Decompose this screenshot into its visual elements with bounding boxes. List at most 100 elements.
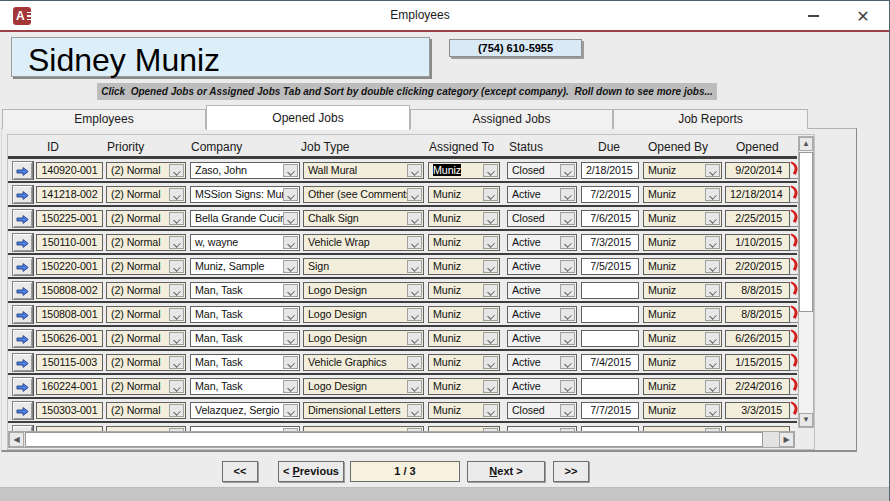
dropdown-arrow-icon[interactable]	[705, 380, 720, 393]
vertical-scrollbar[interactable]: ▲ ▼	[798, 136, 814, 428]
cell-priority[interactable]: (2) Normal	[106, 258, 186, 275]
cell-id[interactable]: 141218-002	[36, 186, 103, 203]
cell-opened[interactable]: 2/25/2015	[725, 210, 790, 227]
dropdown-arrow-icon[interactable]	[705, 164, 720, 177]
cell-company[interactable]: Man, Task	[190, 306, 300, 323]
dropdown-arrow-icon[interactable]	[705, 404, 720, 417]
tab-assigned-jobs[interactable]: Assigned Jobs	[410, 109, 613, 129]
dropdown-arrow-icon[interactable]	[483, 356, 498, 369]
col-header-company[interactable]: Company	[191, 140, 242, 154]
cell-company[interactable]: Man, Task	[190, 354, 300, 371]
cell-job-type[interactable]: Dimensional Letters	[303, 402, 424, 419]
cell-id[interactable]: 150303-001	[36, 402, 103, 419]
goto-record-button[interactable]	[12, 281, 33, 300]
cell-opened-by[interactable]: Muniz	[643, 378, 722, 395]
dropdown-arrow-icon[interactable]	[169, 236, 184, 249]
cell-company[interactable]: Zaso, John	[190, 162, 300, 179]
goto-record-button[interactable]	[12, 401, 33, 420]
col-header-opened[interactable]: Opened	[736, 140, 779, 154]
cell-id[interactable]: 150626-001	[36, 330, 103, 347]
cell-priority[interactable]: (2) Normal	[106, 354, 186, 371]
cell-company[interactable]: Man, Task	[190, 378, 300, 395]
col-header-job-type[interactable]: Job Type	[301, 140, 349, 154]
cell-opened[interactable]: 12/18/2014	[725, 186, 790, 203]
cell-opened[interactable]: 1/10/2015	[725, 234, 790, 251]
cell-due[interactable]: 7/4/2015	[581, 354, 639, 371]
cell-assigned-to[interactable]: Muniz	[428, 378, 500, 395]
cell-job-type[interactable]: Logo Design	[303, 330, 424, 347]
cell-due[interactable]: 2/18/2015	[581, 162, 639, 179]
cell-job-type[interactable]: Wall Mural	[303, 162, 424, 179]
dropdown-arrow-icon[interactable]	[283, 164, 298, 177]
cell-priority[interactable]: (2) Normal	[106, 234, 186, 251]
dropdown-arrow-icon[interactable]	[560, 308, 575, 321]
scroll-down-icon[interactable]: ▼	[799, 413, 813, 427]
phone-button[interactable]: (754) 610-5955	[449, 39, 582, 57]
cell-id[interactable]: 150110-001	[36, 234, 103, 251]
cell-assigned-to[interactable]: Muniz	[428, 258, 500, 275]
dropdown-arrow-icon[interactable]	[705, 188, 720, 201]
cell-status[interactable]: Closed	[507, 402, 577, 419]
goto-record-button[interactable]	[12, 353, 33, 372]
cell-job-type[interactable]: Vehicle Graphics	[303, 354, 424, 371]
cell-company[interactable]: Bella Grande Cucir	[190, 210, 300, 227]
dropdown-arrow-icon[interactable]	[407, 164, 422, 177]
dropdown-arrow-icon[interactable]	[169, 164, 184, 177]
cell-company[interactable]: Muniz, Sample	[190, 258, 300, 275]
dropdown-arrow-icon[interactable]	[283, 236, 298, 249]
cell-job-type[interactable]: Vehicle Wrap	[303, 234, 424, 251]
horizontal-scrollbar[interactable]: ◀ ▶	[8, 431, 795, 448]
dropdown-arrow-icon[interactable]	[560, 404, 575, 417]
cell-id[interactable]: 140920-001	[36, 162, 103, 179]
scroll-left-icon[interactable]: ◀	[9, 432, 24, 447]
previous-page-button[interactable]: < Previous	[278, 461, 344, 482]
cell-priority[interactable]: (2) Normal	[106, 186, 186, 203]
dropdown-arrow-icon[interactable]	[169, 380, 184, 393]
col-header-priority[interactable]: Priority	[107, 140, 144, 154]
dropdown-arrow-icon[interactable]	[560, 380, 575, 393]
dropdown-arrow-icon[interactable]	[283, 212, 298, 225]
cell-opened[interactable]: 3/3/2015	[725, 402, 790, 419]
last-page-button[interactable]: >>	[553, 461, 589, 482]
cell-opened[interactable]: 1/15/2015	[725, 354, 790, 371]
dropdown-arrow-icon[interactable]	[560, 212, 575, 225]
dropdown-arrow-icon[interactable]	[283, 188, 298, 201]
cell-job-type[interactable]: Sign	[303, 258, 424, 275]
dropdown-arrow-icon[interactable]	[560, 284, 575, 297]
cell-priority[interactable]: (2) Normal	[106, 282, 186, 299]
cell-status[interactable]: Active	[507, 258, 577, 275]
cell-assigned-to[interactable]: Muniz	[428, 354, 500, 371]
dropdown-arrow-icon[interactable]	[169, 404, 184, 417]
cell-assigned-to[interactable]: Muniz	[428, 162, 500, 179]
cell-opened-by[interactable]: Muniz	[643, 210, 722, 227]
cell-job-type[interactable]: Logo Design	[303, 282, 424, 299]
dropdown-arrow-icon[interactable]	[283, 356, 298, 369]
next-page-button[interactable]: Next >	[467, 461, 545, 482]
dropdown-arrow-icon[interactable]	[483, 404, 498, 417]
minimize-button[interactable]	[800, 5, 826, 27]
scroll-right-icon[interactable]: ▶	[779, 432, 794, 447]
cell-opened-by[interactable]: Muniz	[643, 306, 722, 323]
cell-company[interactable]: Man, Task	[190, 282, 300, 299]
cell-due[interactable]	[581, 378, 639, 395]
cell-due[interactable]: 7/6/2015	[581, 210, 639, 227]
first-page-button[interactable]: <<	[222, 461, 258, 482]
cell-due[interactable]: 7/5/2015	[581, 258, 639, 275]
dropdown-arrow-icon[interactable]	[483, 332, 498, 345]
cell-opened-by[interactable]: Muniz	[643, 402, 722, 419]
cell-status[interactable]: Closed	[507, 210, 577, 227]
dropdown-arrow-icon[interactable]	[407, 212, 422, 225]
dropdown-arrow-icon[interactable]	[407, 356, 422, 369]
cell-due[interactable]: 7/7/2015	[581, 402, 639, 419]
col-header-id[interactable]: ID	[47, 140, 59, 154]
cell-opened-by[interactable]: Muniz	[643, 186, 722, 203]
dropdown-arrow-icon[interactable]	[169, 356, 184, 369]
cell-opened-by[interactable]: Muniz	[643, 162, 722, 179]
tab-job-reports[interactable]: Job Reports	[613, 109, 808, 129]
dropdown-arrow-icon[interactable]	[407, 308, 422, 321]
goto-record-button[interactable]	[12, 185, 33, 204]
dropdown-arrow-icon[interactable]	[283, 404, 298, 417]
dropdown-arrow-icon[interactable]	[169, 284, 184, 297]
cell-priority[interactable]: (2) Normal	[106, 306, 186, 323]
dropdown-arrow-icon[interactable]	[483, 188, 498, 201]
